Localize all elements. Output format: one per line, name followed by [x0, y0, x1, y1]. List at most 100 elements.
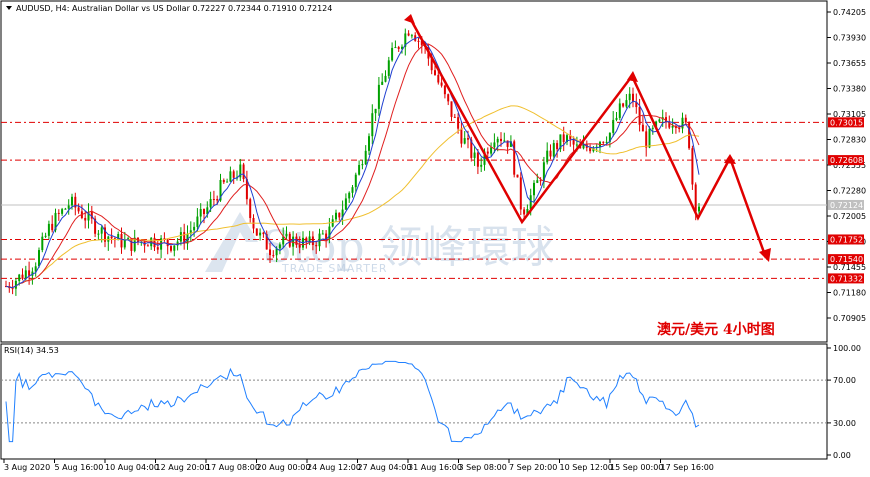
price-tick-label: 0.72830: [833, 136, 866, 145]
time-axis: 3 Aug 2020 5 Aug 16:00 10 Aug 04:0012 Aug …: [3, 459, 714, 472]
candle-body: [698, 206, 700, 212]
candle-body: [605, 141, 608, 143]
candle-body: [358, 165, 361, 175]
price-chart[interactable]: Stop 领峰環球 TRADE SMARTER AUDUSD, H4: Aust…: [0, 0, 870, 477]
candle-body: [648, 128, 651, 148]
candle-body: [552, 143, 555, 157]
candle-body: [249, 199, 252, 219]
time-tick-label: 17 Sep 16:00: [661, 463, 714, 472]
level-price-label: 0.72608: [830, 156, 863, 165]
candle-body: [391, 47, 394, 61]
candle-body: [394, 47, 397, 49]
candle-body: [397, 47, 400, 49]
candle-body: [315, 245, 318, 247]
candle-body: [615, 117, 618, 120]
time-tick-label: 10 Aug 04:00: [105, 463, 159, 472]
candle-body: [226, 181, 229, 183]
price-tick-label: 0.74205: [833, 8, 866, 17]
current-price-label: 0.72124: [830, 201, 863, 210]
candle-body: [681, 117, 684, 129]
candle-body: [536, 180, 539, 183]
candle-body: [203, 209, 205, 215]
candle-body: [450, 101, 453, 117]
candle-body: [354, 174, 357, 188]
candle-body: [71, 196, 73, 206]
candle-body: [21, 274, 24, 279]
candle-body: [632, 93, 634, 102]
time-tick-label: 7 Sep 20:00: [509, 463, 557, 472]
candle-body: [651, 127, 654, 129]
candle-body: [658, 119, 661, 122]
candle-body: [417, 40, 420, 42]
time-tick-label: 24 Aug 12:00: [307, 463, 361, 472]
candle-body: [170, 246, 172, 251]
candle-body: [348, 192, 351, 199]
rsi-label: RSI(14) 34.53: [4, 346, 59, 355]
candle-body: [556, 143, 559, 150]
candle-body: [100, 227, 103, 234]
time-tick-label: 12 Aug 20:00: [156, 463, 210, 472]
candle-body: [173, 245, 176, 251]
price-tick-label: 0.71455: [833, 263, 866, 272]
candle-body: [490, 147, 493, 154]
candle-body: [368, 136, 370, 151]
candle-body: [196, 216, 199, 227]
candle-body: [269, 249, 271, 256]
candle-body: [14, 280, 17, 289]
candle-body: [496, 138, 499, 143]
candle-body: [18, 274, 21, 281]
candle-body: [645, 131, 648, 148]
candle-body: [146, 245, 149, 247]
candle-body: [288, 233, 291, 247]
candle-body: [321, 233, 324, 235]
candle-body: [410, 35, 413, 37]
candle-body: [364, 150, 367, 165]
candle-body: [308, 236, 311, 242]
candle-body: [97, 233, 100, 235]
candle-body: [255, 228, 258, 236]
watermark-tagline: TRADE SMARTER: [281, 262, 388, 275]
candle-body: [447, 94, 450, 102]
candle-body: [516, 174, 519, 178]
candle-body: [486, 151, 489, 154]
candle-body: [84, 217, 87, 221]
rsi-tick-label: 70.00: [833, 376, 856, 385]
candle-body: [440, 82, 443, 86]
candle-body: [298, 244, 301, 248]
candle-body: [463, 138, 466, 144]
time-tick-label: 20 Aug 00:00: [257, 463, 311, 472]
candle-body: [500, 138, 502, 142]
candle-body: [684, 117, 687, 123]
candle-body: [519, 177, 522, 210]
candle-body: [374, 108, 377, 114]
candle-body: [193, 226, 196, 231]
candle-body: [166, 239, 169, 247]
candle-body: [338, 212, 341, 218]
rsi-tick-label: 100.00: [833, 344, 861, 353]
candle-body: [493, 142, 496, 148]
candle-body: [480, 164, 483, 167]
candle-body: [311, 236, 314, 246]
candle-body: [641, 124, 644, 132]
candle-body: [199, 209, 202, 217]
candle-body: [77, 207, 80, 212]
candle-body: [622, 103, 625, 107]
candle-body: [222, 179, 225, 183]
price-tick-label: 0.72280: [833, 187, 866, 196]
candle-body: [41, 236, 44, 251]
candle-body: [242, 164, 245, 180]
chart-annotation: 澳元/美元 4小时图: [657, 321, 775, 338]
candle-body: [671, 125, 674, 128]
time-tick-label: 15 Sep 00:00: [610, 463, 663, 472]
candle-body: [232, 171, 235, 178]
price-tick-label: 0.72005: [833, 212, 866, 221]
rsi-tick-label: 0.00: [833, 451, 851, 460]
candle-body: [272, 255, 275, 257]
symbol-info: AUDUSD, H4: Australian Dollar vs US Doll…: [16, 4, 332, 13]
candle-body: [67, 205, 70, 209]
rsi-tick-label: 30.00: [833, 419, 856, 428]
candle-body: [529, 195, 532, 209]
price-tick-label: 0.71180: [833, 289, 866, 298]
candle-body: [57, 212, 60, 214]
candle-body: [694, 184, 697, 212]
